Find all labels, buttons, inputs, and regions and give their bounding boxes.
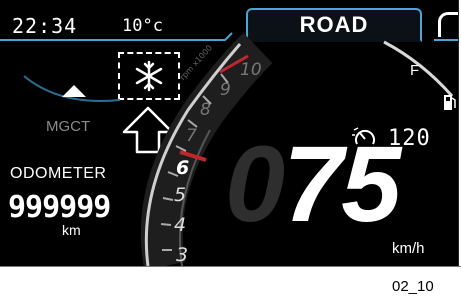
caption-divider	[0, 266, 461, 267]
speed-unit: km/h	[392, 240, 425, 257]
speed-readout: 075	[225, 130, 401, 238]
fuel-pump-icon	[444, 95, 456, 110]
figure: 22:34 10°c ROAD MGCT 3 4 5 6 7 8 9 10 rp…	[0, 0, 461, 305]
speed-value: 75	[283, 123, 401, 244]
odometer-value: 999999	[8, 190, 111, 225]
odometer-label: ODOMETER	[10, 165, 107, 182]
odometer-unit: km	[62, 222, 81, 238]
dashboard-display: 22:34 10°c ROAD MGCT 3 4 5 6 7 8 9 10 rp…	[0, 0, 459, 267]
figure-code: 02_10	[392, 278, 434, 295]
speed-ghost-digit: 0	[225, 123, 285, 244]
fuel-full-label: F	[410, 62, 420, 79]
